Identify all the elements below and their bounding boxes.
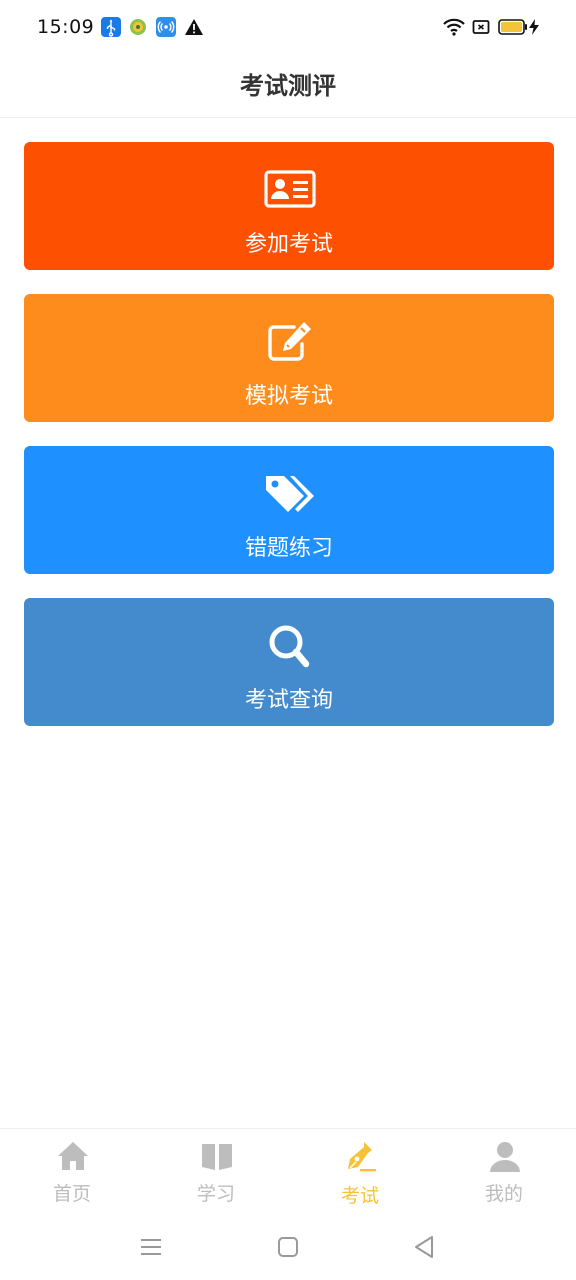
back-triangle-icon[interactable]: [410, 1232, 440, 1262]
screen-cast-icon: [472, 17, 490, 37]
tab-profile[interactable]: 我的: [432, 1129, 576, 1215]
take-exam-button[interactable]: 参加考试: [24, 142, 554, 270]
battery-icon: [498, 17, 528, 37]
title-bar: 考试测评: [0, 56, 576, 118]
tab-profile-label: 我的: [484, 1183, 523, 1205]
mock-exam-label: 模拟考试: [244, 384, 333, 409]
wrong-questions-button[interactable]: 错题练习: [24, 446, 554, 574]
tab-study-label: 学习: [196, 1183, 235, 1205]
id-card-icon: [264, 168, 316, 212]
take-exam-label: 参加考试: [244, 232, 333, 257]
book-icon: [200, 1139, 234, 1173]
menu-icon[interactable]: [136, 1232, 166, 1262]
exam-query-button[interactable]: 考试查询: [24, 598, 554, 726]
tab-study[interactable]: 学习: [144, 1129, 288, 1215]
warning-icon: [184, 17, 204, 37]
exam-query-label: 考试查询: [244, 688, 333, 713]
bottom-tab-bar: 首页 学习 考试 我的: [0, 1128, 576, 1214]
system-nav-bar: [0, 1214, 576, 1280]
user-icon: [488, 1139, 522, 1173]
mock-exam-button[interactable]: 模拟考试: [24, 294, 554, 422]
app-notification-icon: [128, 17, 148, 37]
status-bar: 15:09: [0, 0, 576, 56]
page-title: 考试测评: [240, 72, 336, 100]
home-icon: [56, 1139, 90, 1173]
home-square-icon[interactable]: [273, 1232, 303, 1262]
tab-home[interactable]: 首页: [0, 1129, 144, 1215]
edit-icon: [264, 320, 316, 364]
status-time: 15:09: [37, 16, 95, 38]
tags-icon: [264, 472, 316, 516]
wrong-questions-label: 错题练习: [244, 536, 333, 561]
tab-home-label: 首页: [52, 1183, 91, 1205]
wifi-icon: [442, 17, 466, 37]
search-icon: [264, 624, 316, 668]
tab-exam-label: 考试: [340, 1185, 379, 1207]
tab-exam[interactable]: 考试: [288, 1129, 432, 1215]
charging-icon: [528, 17, 540, 37]
usb-icon: [101, 17, 121, 37]
pen-nib-icon: [344, 1139, 378, 1173]
hotspot-icon: [156, 17, 176, 37]
